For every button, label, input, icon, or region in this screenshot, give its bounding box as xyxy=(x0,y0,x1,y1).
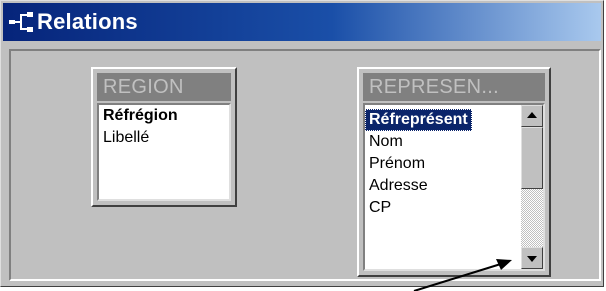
scroll-up-button[interactable] xyxy=(521,105,543,127)
relations-window: Relations REGION Réfrégion Libellé REPRE… xyxy=(0,0,604,287)
field-refrepresent[interactable]: Réfreprésent xyxy=(365,109,472,131)
vertical-scrollbar[interactable] xyxy=(521,105,543,269)
relationships-canvas[interactable]: REGION Réfrégion Libellé REPRESEN... Réf… xyxy=(9,49,601,281)
field-adresse[interactable]: Adresse xyxy=(365,175,521,197)
title-bar[interactable]: Relations xyxy=(3,3,601,41)
scroll-track[interactable] xyxy=(521,189,543,247)
field-nom[interactable]: Nom xyxy=(365,131,521,153)
table-region[interactable]: REGION Réfrégion Libellé xyxy=(91,67,237,207)
table-representant-field-list[interactable]: Réfreprésent Nom Prénom Adresse CP xyxy=(363,103,545,271)
field-refregion[interactable]: Réfrégion xyxy=(99,105,229,127)
field-libelle[interactable]: Libellé xyxy=(99,127,229,149)
field-cp[interactable]: CP xyxy=(365,197,521,219)
scroll-down-button[interactable] xyxy=(521,247,543,269)
scroll-thumb[interactable] xyxy=(521,127,543,189)
table-representant-title[interactable]: REPRESEN... xyxy=(363,73,545,101)
table-region-field-list[interactable]: Réfrégion Libellé xyxy=(97,103,231,201)
relationships-icon xyxy=(9,12,33,32)
table-representant[interactable]: REPRESEN... Réfreprésent Nom Prénom Adre… xyxy=(357,67,551,277)
window-title: Relations xyxy=(37,9,138,34)
table-region-title[interactable]: REGION xyxy=(97,73,231,101)
field-prenom[interactable]: Prénom xyxy=(365,153,521,175)
